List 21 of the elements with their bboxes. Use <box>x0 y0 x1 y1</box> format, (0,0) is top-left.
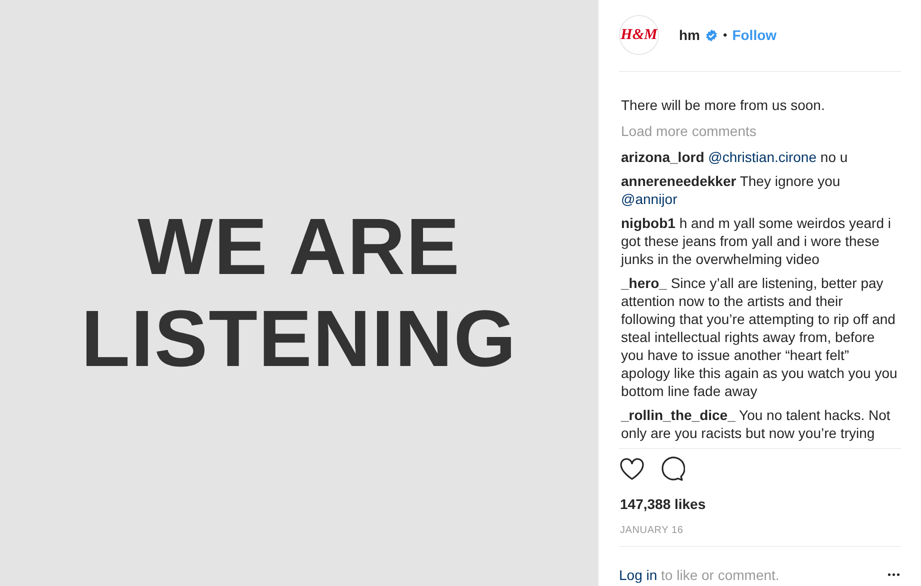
avatar-logo-text: H&M <box>620 26 658 46</box>
heart-icon[interactable] <box>619 457 645 481</box>
comment-text: nigbob1 h and m yall some weirdos yeard i got these jeans from yall and i wore these junks in the overwhelming video <box>621 214 892 268</box>
likes-count[interactable]: 147,388 likes <box>620 494 900 515</box>
comment-text: annereneedekker They ignore you @annijor <box>621 172 842 208</box>
comment-text: _rollin_the_dice_ You no talent hacks. Not only are you racists but now you’re trying <box>621 406 892 442</box>
comment-icon[interactable] <box>659 456 685 482</box>
login-prompt: Log in to like or comment. <box>619 566 780 585</box>
caption-text: There will be more from us soon. <box>621 96 826 114</box>
username[interactable]: hm <box>679 24 700 46</box>
post-date: JANUARY 16 <box>620 524 684 538</box>
separator-dot: • <box>723 27 728 44</box>
headline-text: WE ARE <box>137 201 461 293</box>
comment-text: _hero_ Since y’all are listening, better pay attention now to the artists and their following that you’re attempting to rip off and steal intellectual rights away from, before you have to issue another “heart felt” apology like this again as you watch you you bottom line fade away <box>621 274 898 400</box>
avatar[interactable]: H&M <box>619 15 659 56</box>
headline-text: LISTENING <box>81 293 517 385</box>
more-options-button[interactable]: ••• <box>887 568 901 583</box>
comment-text: arizona_lord @christian.cirone no u <box>621 148 849 166</box>
mention-link[interactable]: @annijor <box>621 190 678 207</box>
mention-link[interactable]: @christian.cirone <box>708 148 817 165</box>
login-link[interactable]: Log in <box>619 567 658 583</box>
